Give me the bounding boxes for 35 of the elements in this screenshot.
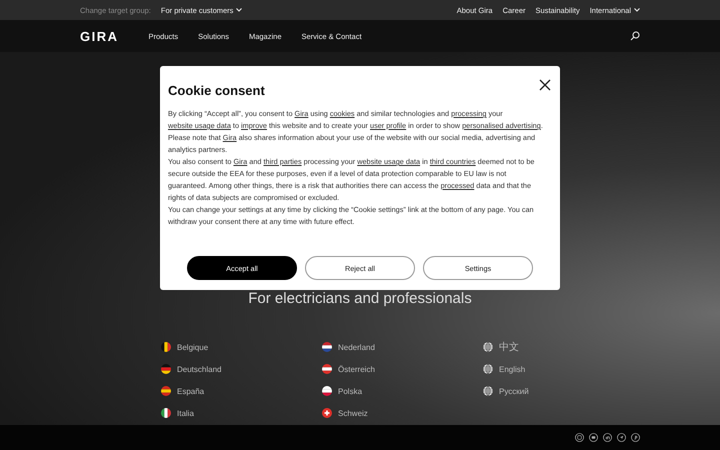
logo[interactable]: GIRA bbox=[80, 28, 118, 44]
send-icon[interactable] bbox=[617, 433, 626, 442]
country-link[interactable]: España bbox=[161, 384, 322, 398]
globe-icon bbox=[483, 342, 493, 352]
linkedin-icon[interactable] bbox=[603, 433, 612, 442]
flag-icon bbox=[322, 364, 332, 374]
hero-subtitle: For electricians and professionals bbox=[248, 290, 472, 307]
dialog-title: Cookie consent bbox=[168, 83, 265, 98]
flag-icon bbox=[161, 364, 171, 374]
close-icon bbox=[538, 78, 552, 92]
country-link[interactable]: Deutschland bbox=[161, 362, 322, 376]
globe-icon bbox=[483, 386, 493, 396]
flag-icon bbox=[322, 386, 332, 396]
globe-icon bbox=[483, 364, 493, 374]
chevron-down-icon bbox=[634, 8, 640, 12]
country-link[interactable]: English bbox=[483, 362, 563, 376]
pinterest-icon[interactable] bbox=[631, 433, 640, 442]
close-button[interactable] bbox=[538, 78, 552, 92]
youtube-icon[interactable] bbox=[589, 433, 598, 442]
instagram-icon[interactable] bbox=[575, 433, 584, 442]
country-link[interactable]: 中文 bbox=[483, 340, 563, 354]
flag-icon bbox=[322, 342, 332, 352]
country-link[interactable]: Русский bbox=[483, 384, 563, 398]
country-link[interactable]: Polska bbox=[322, 384, 483, 398]
country-link[interactable]: Nederland bbox=[322, 340, 483, 354]
search-icon[interactable] bbox=[630, 31, 640, 41]
country-link[interactable]: Österreich bbox=[322, 362, 483, 376]
flag-icon bbox=[161, 342, 171, 352]
flag-icon bbox=[161, 408, 171, 418]
flag-icon bbox=[322, 408, 332, 418]
country-link[interactable]: Schweiz bbox=[322, 406, 483, 420]
chevron-down-icon bbox=[236, 8, 242, 12]
flag-icon bbox=[161, 386, 171, 396]
country-link[interactable]: Belgique bbox=[161, 340, 322, 354]
country-link[interactable]: Italia bbox=[161, 406, 322, 420]
